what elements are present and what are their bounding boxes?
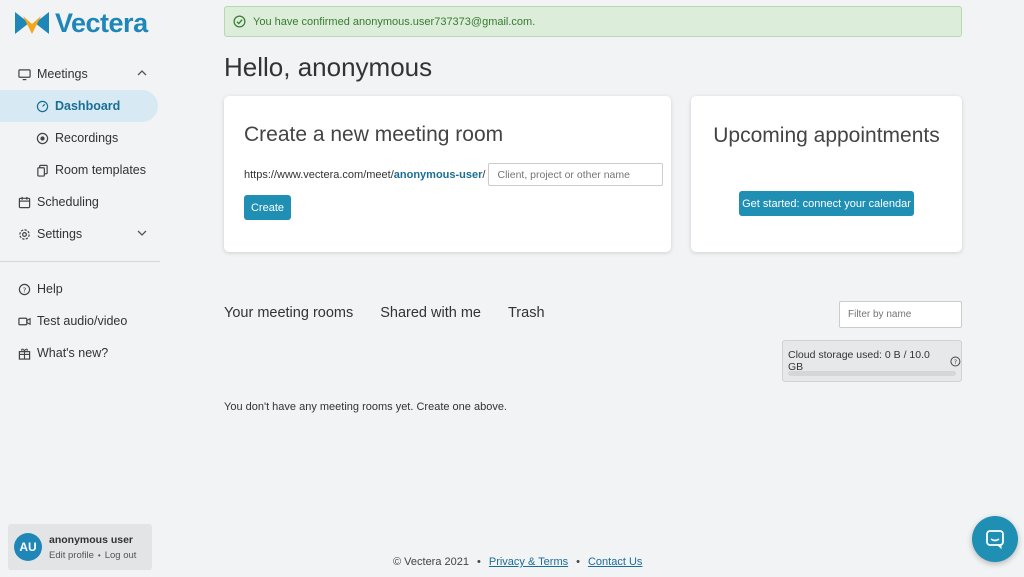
room-name-input[interactable] [488,163,664,186]
empty-rooms-message: You don't have any meeting rooms yet. Cr… [224,401,507,413]
vectera-logo-icon [15,12,49,34]
room-url-slug: anonymous-user [393,168,483,181]
create-room-title: Create a new meeting room [244,123,504,146]
edit-profile-link[interactable]: Edit profile [49,550,94,561]
sidebar-item-label: Meetings [37,67,88,81]
sidebar-item-label: Recordings [55,131,119,145]
user-card: AU anonymous user Edit profile • Log out [8,524,152,570]
record-icon [35,131,49,145]
storage-progress-bar [788,371,956,376]
page-title: Hello, anonymous [224,52,433,82]
avatar[interactable]: AU [14,533,42,561]
chevron-up-icon[interactable] [136,67,148,79]
sidebar-item-room-templates[interactable]: Room templates [0,154,160,186]
user-name: anonymous user [49,533,134,546]
confirmation-alert: You have confirmed anonymous.user737373@… [224,6,962,37]
sidebar-item-help[interactable]: ? Help [0,273,160,305]
sidebar-item-label: Room templates [55,163,147,177]
sidebar-item-label: Scheduling [37,195,99,209]
footer-bullet: • [477,556,481,568]
privacy-terms-link[interactable]: Privacy & Terms [489,556,568,568]
brand-name: Vectera [55,7,148,38]
help-icon[interactable]: ? [950,355,961,367]
footer: © Vectera 2021 • Privacy & Terms • Conta… [393,556,642,568]
appointments-title: Upcoming appointments [713,124,940,147]
sidebar-item-meetings[interactable]: Meetings [0,58,160,90]
help-icon: ? [17,282,31,296]
tab-shared-with-me[interactable]: Shared with me [380,305,481,321]
sidebar-item-label: Help [37,282,63,296]
copy-icon [35,163,49,177]
user-info: anonymous user Edit profile • Log out [49,534,136,561]
sidebar-item-scheduling[interactable]: Scheduling [0,186,160,218]
gift-icon [17,346,31,360]
footer-bullet: • [576,556,580,568]
svg-text:?: ? [22,285,26,294]
appointments-card: Upcoming appointments Get started: conne… [691,96,962,252]
sidebar-item-settings[interactable]: Settings [0,218,160,250]
svg-text:?: ? [954,358,957,365]
calendar-icon [17,195,31,209]
sidebar-divider [0,261,160,262]
sidebar-item-label: Test audio/video [37,314,128,328]
sidebar-item-label: Dashboard [55,99,121,113]
sidebar-item-whats-new[interactable]: What's new? [0,337,160,369]
storage-text: Cloud storage used: 0 B / 10.0 GB ? [788,349,961,373]
gear-icon [17,227,31,241]
room-url-prefix: https://www.vectera.com/meet/ [244,168,394,181]
rooms-tabs: Your meeting rooms Shared with me Trash [224,305,545,321]
sidebar-item-label: Settings [37,227,83,241]
sidebar-item-test-audio-video[interactable]: Test audio/video [0,305,160,337]
app-root: Vectera Meetings Dashboard Recordings Ro… [0,0,1024,577]
sidebar-item-label: What's new? [37,346,109,360]
sidebar-nav: Meetings Dashboard Recordings Room templ… [0,58,160,369]
connect-calendar-button[interactable]: Get started: connect your calendar [739,191,914,216]
log-out-link[interactable]: Log out [105,550,137,561]
create-button[interactable]: Create [244,195,291,220]
check-circle-icon [233,15,246,28]
chat-icon [986,530,1004,550]
copyright: © Vectera 2021 [393,556,469,568]
tab-your-meeting-rooms[interactable]: Your meeting rooms [224,305,353,321]
chat-button[interactable] [972,516,1018,562]
video-icon [17,314,31,328]
sidebar: Vectera Meetings Dashboard Recordings Ro… [0,0,160,577]
tab-trash[interactable]: Trash [508,305,545,321]
alert-message: You have confirmed anonymous.user737373@… [253,15,536,28]
gauge-icon [35,99,49,113]
room-url-row: https://www.vectera.com/meet/ anonymous-… [244,163,664,186]
create-room-card: Create a new meeting room https://www.ve… [224,96,671,252]
room-url-slash: / [482,168,486,181]
sidebar-item-recordings[interactable]: Recordings [0,122,160,154]
monitor-icon [17,67,31,81]
logo[interactable]: Vectera [15,8,148,38]
sidebar-item-dashboard[interactable]: Dashboard [0,90,158,122]
storage-label: Cloud storage used: 0 B / 10.0 GB [788,349,930,373]
link-separator: • [97,550,101,560]
storage-panel: Cloud storage used: 0 B / 10.0 GB ? [782,340,962,382]
user-links: Edit profile • Log out [49,550,136,561]
filter-input[interactable] [839,301,962,328]
contact-us-link[interactable]: Contact Us [588,556,642,568]
chevron-down-icon[interactable] [136,227,148,239]
